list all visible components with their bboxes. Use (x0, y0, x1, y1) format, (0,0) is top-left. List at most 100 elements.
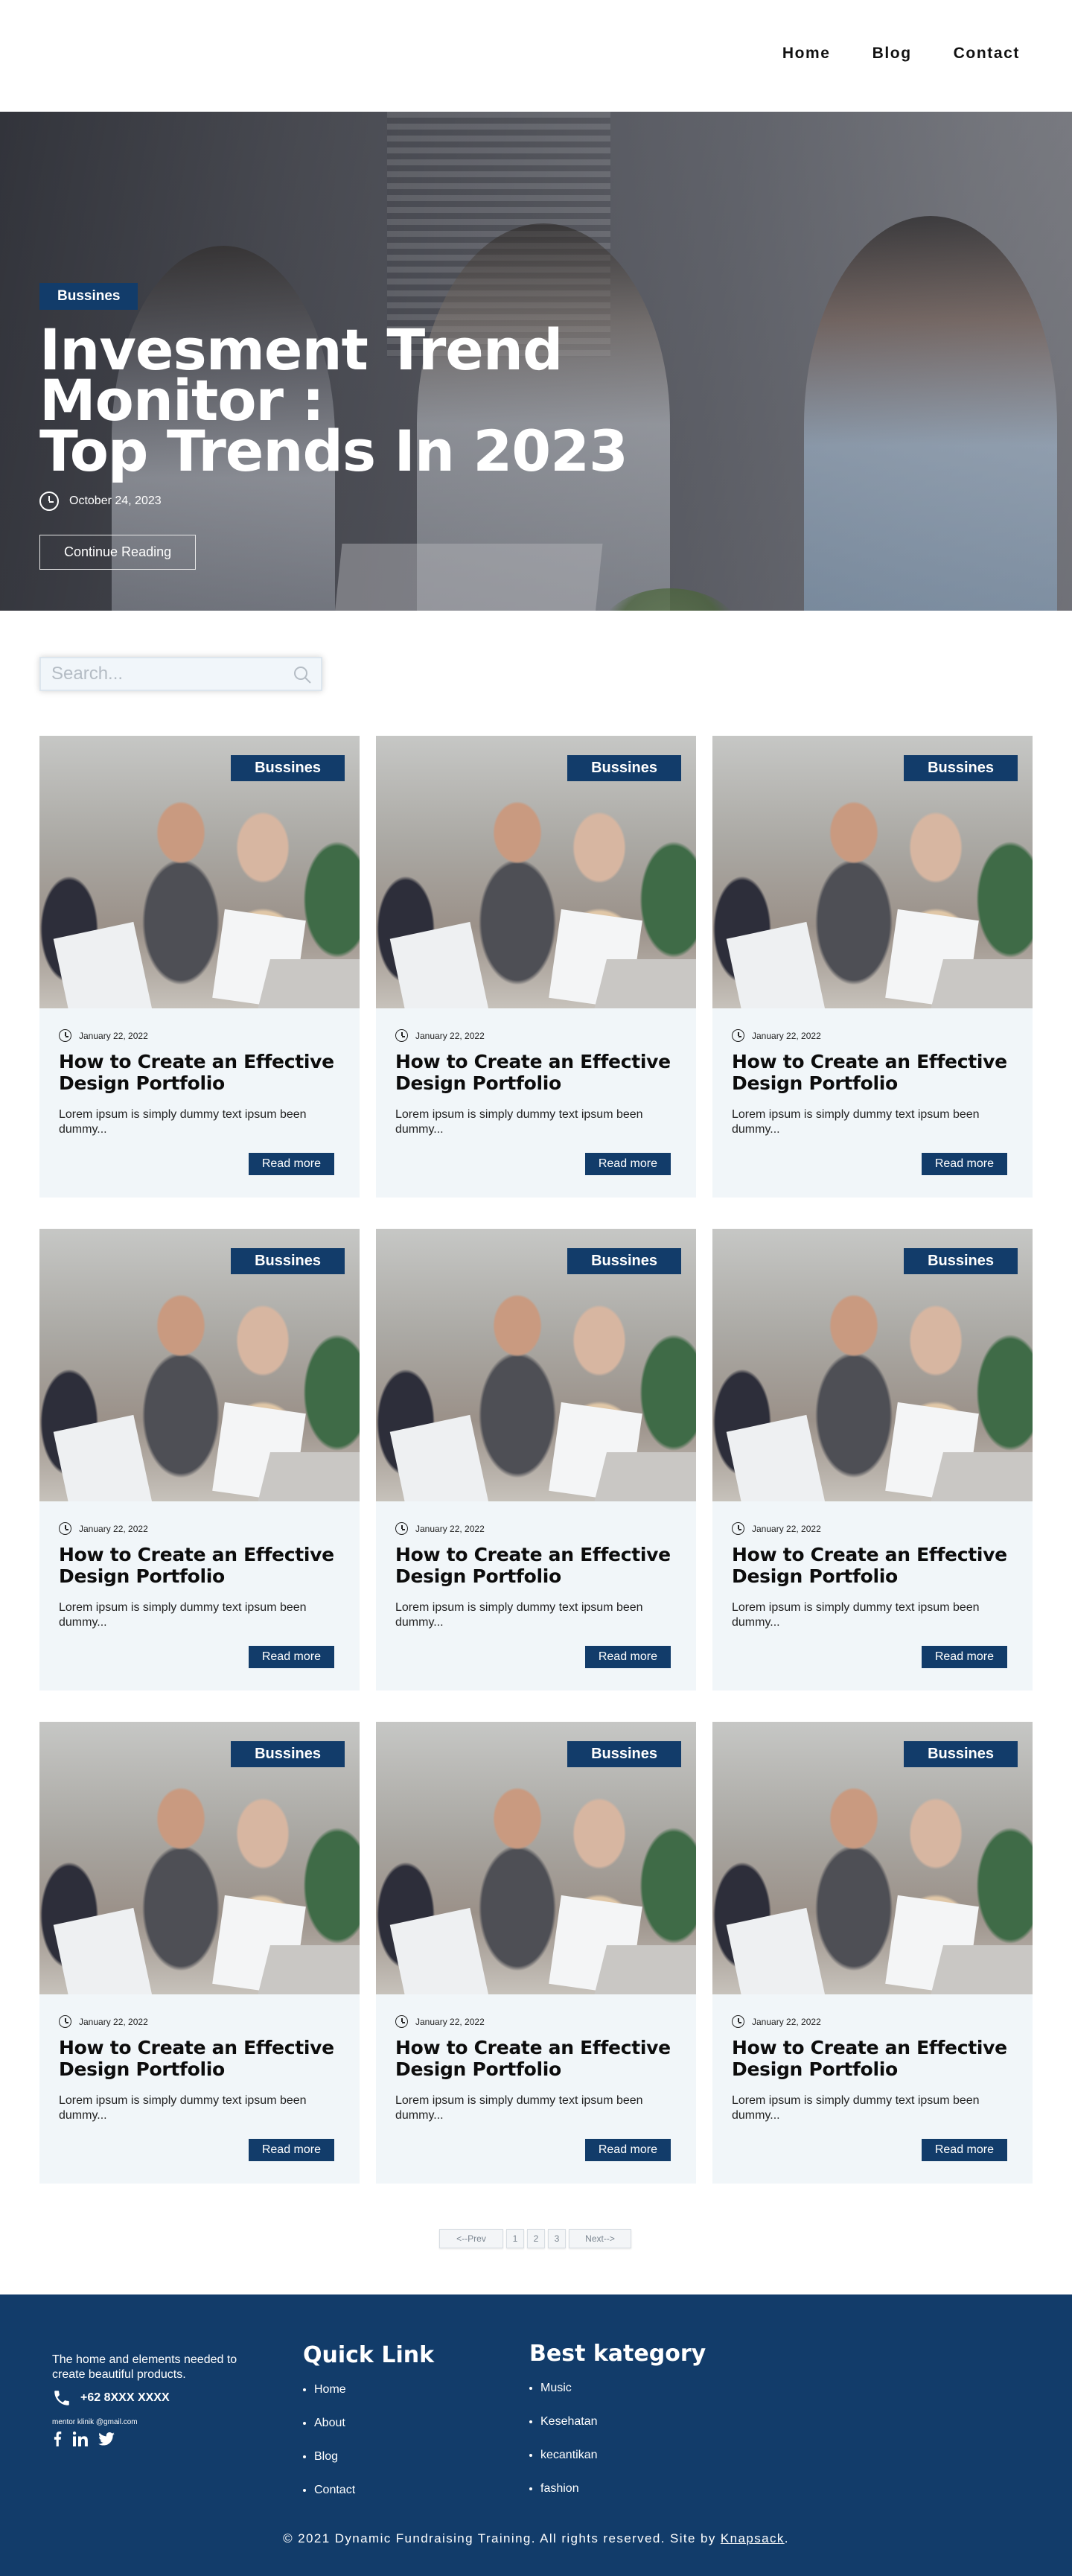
pagination-next[interactable]: Next--> (569, 2229, 631, 2248)
card-image[interactable]: Bussines (376, 1722, 696, 1994)
card-image-paper (53, 921, 153, 1008)
search-input[interactable] (41, 658, 321, 690)
card-title[interactable]: How to Create an Effective Design Portfo… (59, 1544, 339, 1587)
card-image[interactable]: Bussines (712, 736, 1033, 1008)
footer-best-category-title: Best kategory (529, 2341, 706, 2367)
card-category-tag[interactable]: Bussines (567, 1248, 681, 1274)
pagination-page-3[interactable]: 3 (548, 2229, 566, 2248)
card-image[interactable]: Bussines (376, 736, 696, 1008)
footer-link-contact[interactable]: Contact (303, 2484, 434, 2497)
card-category-tag[interactable]: Bussines (231, 1741, 345, 1767)
footer-link-about[interactable]: About (303, 2417, 434, 2430)
nav-contact-link[interactable]: Contact (954, 45, 1020, 63)
search-icon[interactable] (293, 665, 312, 684)
card-image[interactable]: Bussines (376, 1229, 696, 1501)
blog-card[interactable]: Bussines January 22, 2022 How to Create an… (376, 736, 696, 1198)
pagination-page-2[interactable]: 2 (527, 2229, 545, 2248)
card-category-tag[interactable]: Bussines (904, 755, 1018, 781)
linkedin-icon[interactable] (73, 2432, 88, 2446)
card-image-laptop (255, 1945, 360, 1994)
card-body: January 22, 2022 How to Create an Effecti… (39, 1501, 360, 1630)
twitter-icon[interactable] (98, 2432, 115, 2446)
blog-card[interactable]: Bussines January 22, 2022 How to Create an… (712, 1722, 1033, 2184)
blog-card[interactable]: Bussines January 22, 2022 How to Create an… (39, 736, 360, 1198)
footer-email[interactable]: mentor klinik @gmail.com (52, 2418, 138, 2426)
footer-link-home[interactable]: Home (303, 2383, 434, 2397)
read-more-button[interactable]: Read more (248, 2139, 334, 2161)
read-more-button[interactable]: Read more (248, 1153, 334, 1175)
footer-category-kesehatan[interactable]: Kesehatan (529, 2415, 706, 2429)
hero-meta: October 24, 2023 (39, 492, 821, 511)
card-date: January 22, 2022 (415, 1523, 485, 1534)
footer-best-category: Best kategory Music Kesehatan kecantikan… (529, 2341, 706, 2516)
continue-reading-button[interactable]: Continue Reading (39, 535, 197, 570)
read-more-button[interactable]: Read more (584, 1153, 671, 1175)
nav-home-link[interactable]: Home (782, 45, 831, 63)
card-image[interactable]: Bussines (712, 1229, 1033, 1501)
card-image[interactable]: Bussines (39, 1722, 360, 1994)
card-category-tag[interactable]: Bussines (567, 755, 681, 781)
card-title[interactable]: How to Create an Effective Design Portfo… (59, 2037, 339, 2080)
card-title[interactable]: How to Create an Effective Design Portfo… (395, 1051, 675, 1094)
card-title[interactable]: How to Create an Effective Design Portfo… (732, 1051, 1012, 1094)
hero-title: Invesment Trend Monitor : Top Trends In … (39, 317, 628, 484)
card-excerpt: Lorem ipsum is simply dummy text ipsum b… (732, 1601, 980, 1629)
card-image[interactable]: Bussines (712, 1722, 1033, 1994)
hero-content: Bussines Invesment Trend Monitor : Top T… (39, 283, 821, 570)
card-meta: January 22, 2022 (59, 2015, 339, 2028)
footer-category-kecantikan[interactable]: kecantikan (529, 2449, 706, 2462)
card-image-paper (389, 921, 489, 1008)
footer-category-music[interactable]: Music (529, 2382, 706, 2395)
card-body: January 22, 2022 How to Create an Effecti… (376, 1501, 696, 1630)
card-category-tag[interactable]: Bussines (567, 1741, 681, 1767)
card-category-tag[interactable]: Bussines (904, 1741, 1018, 1767)
clock-icon (59, 1029, 71, 1042)
blog-card[interactable]: Bussines January 22, 2022 How to Create an… (376, 1229, 696, 1691)
card-meta: January 22, 2022 (59, 1029, 339, 1042)
search-box (39, 657, 322, 691)
pagination-page-1[interactable]: 1 (506, 2229, 524, 2248)
card-image[interactable]: Bussines (39, 736, 360, 1008)
card-category-tag[interactable]: Bussines (904, 1248, 1018, 1274)
pagination-prev[interactable]: <--Prev (439, 2229, 503, 2248)
card-title[interactable]: How to Create an Effective Design Portfo… (732, 1544, 1012, 1587)
card-body: January 22, 2022 How to Create an Effecti… (712, 1994, 1033, 2123)
card-date: January 22, 2022 (79, 1030, 148, 1041)
read-more-button[interactable]: Read more (921, 1646, 1007, 1668)
read-more-button[interactable]: Read more (921, 2139, 1007, 2161)
card-title[interactable]: How to Create an Effective Design Portfo… (732, 2037, 1012, 2080)
footer-link-blog[interactable]: Blog (303, 2450, 434, 2464)
hero-date: October 24, 2023 (69, 494, 162, 507)
card-title[interactable]: How to Create an Effective Design Portfo… (395, 1544, 675, 1587)
card-category-tag[interactable]: Bussines (231, 755, 345, 781)
nav-blog-link[interactable]: Blog (872, 45, 912, 63)
blog-card[interactable]: Bussines January 22, 2022 How to Create an… (712, 736, 1033, 1198)
card-category-tag[interactable]: Bussines (231, 1248, 345, 1274)
blog-card[interactable]: Bussines January 22, 2022 How to Create an… (39, 1722, 360, 2184)
card-image[interactable]: Bussines (39, 1229, 360, 1501)
read-more-button[interactable]: Read more (584, 1646, 671, 1668)
card-image-laptop (255, 1452, 360, 1501)
footer-quick-link-title: Quick Link (303, 2342, 435, 2368)
card-body: January 22, 2022 How to Create an Effecti… (39, 1994, 360, 2123)
knapsack-link[interactable]: Knapsack (721, 2531, 785, 2545)
blog-card[interactable]: Bussines January 22, 2022 How to Create an… (712, 1229, 1033, 1691)
hero-category-tag[interactable]: Bussines (39, 283, 138, 310)
card-image-paper (389, 1907, 489, 1994)
footer-category-fashion[interactable]: fashion (529, 2482, 706, 2496)
card-image-laptop (592, 1452, 696, 1501)
read-more-button[interactable]: Read more (584, 2139, 671, 2161)
card-title[interactable]: How to Create an Effective Design Portfo… (59, 1051, 339, 1094)
card-body: January 22, 2022 How to Create an Effecti… (376, 1994, 696, 2123)
blog-card[interactable]: Bussines January 22, 2022 How to Create an… (376, 1722, 696, 2184)
card-title[interactable]: How to Create an Effective Design Portfo… (395, 2037, 675, 2080)
card-date: January 22, 2022 (79, 1523, 148, 1534)
facebook-icon[interactable] (52, 2432, 63, 2446)
footer-phone-number[interactable]: +62 8XXX XXXX (80, 2391, 170, 2405)
blog-card[interactable]: Bussines January 22, 2022 How to Create an… (39, 1229, 360, 1691)
card-image-paper (53, 1907, 153, 1994)
read-more-button[interactable]: Read more (248, 1646, 334, 1668)
clock-icon (732, 1029, 744, 1042)
read-more-button[interactable]: Read more (921, 1153, 1007, 1175)
clock-icon (395, 1029, 408, 1042)
